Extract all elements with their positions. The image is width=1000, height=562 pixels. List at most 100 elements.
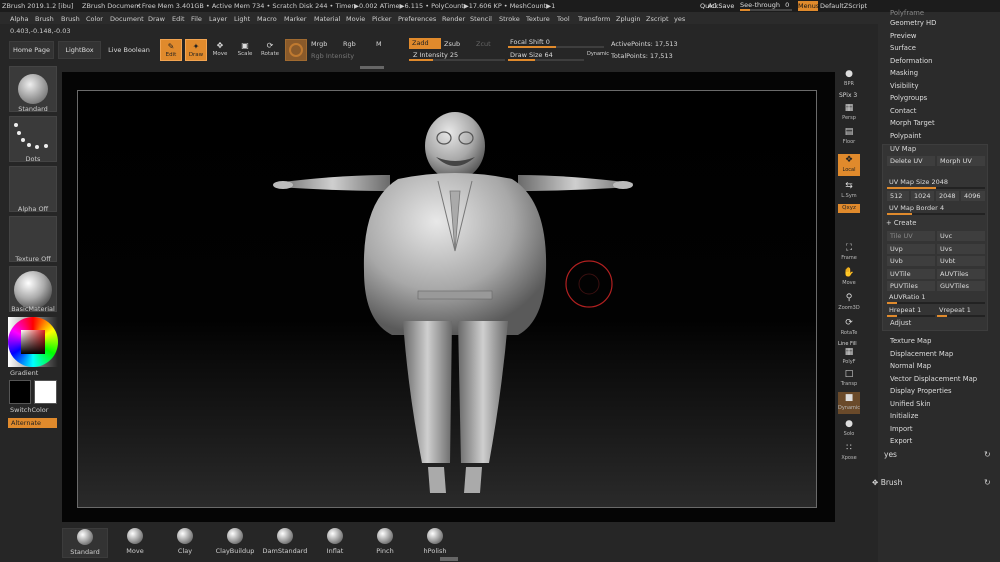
palette-item-display-properties[interactable]: Display Properties [890,387,952,395]
lightbox-button[interactable]: LightBox [58,41,101,59]
rotate-mode-button[interactable]: ⟳ Rotate [259,39,281,61]
menu-yes[interactable]: yes [674,15,685,23]
secondary-color-swatch[interactable] [34,380,57,404]
auv-ratio-slider[interactable]: AUVRatio 1 [887,293,985,304]
rgb-intensity-slider[interactable]: Rgb Intensity [311,52,354,60]
uv-map-title[interactable]: UV Map [890,145,916,153]
adjust-subpalette-toggle[interactable]: Adjust [890,319,911,327]
palette-item-polypaint[interactable]: Polypaint [890,132,921,140]
gradient-toggle[interactable]: Gradient [10,369,58,377]
menu-movie[interactable]: Movie [346,15,365,23]
palette-item-surface[interactable]: Surface [890,44,916,52]
hrepeat-slider[interactable]: Hrepeat 1 [887,306,935,317]
menu-marker[interactable]: Marker [284,15,306,23]
draw-mode-button[interactable]: ✦ Draw [185,39,207,61]
menu-color[interactable]: Color [86,15,103,23]
canvas-viewport[interactable] [62,72,835,522]
floor-button[interactable]: ▤ Floor [838,126,860,148]
menu-macro[interactable]: Macro [257,15,277,23]
menu-layer[interactable]: Layer [209,15,227,23]
palette-item-texture-map[interactable]: Texture Map [890,337,931,345]
menu-brush[interactable]: Brush [35,15,54,23]
palette-item-contact[interactable]: Contact [890,107,916,115]
create-subpalette-toggle[interactable]: + Create [886,219,916,227]
palette-item-vector-displacement-map[interactable]: Vector Displacement Map [890,375,977,383]
brush-reset-icon[interactable]: ↻ [984,478,991,487]
palette-item-geometry-hd[interactable]: Geometry HD [890,19,936,27]
brush-palette-header[interactable]: ✥ Brush [872,478,902,487]
palette-item-preview[interactable]: Preview [890,32,916,40]
see-through-slider[interactable]: See-through 0 [740,1,792,11]
home-page-button[interactable]: Home Page [9,41,54,59]
bottom-shelf-scroll-handle[interactable] [440,557,458,561]
zoom3d-button[interactable]: ⚲ Zoom3D [838,292,860,314]
palette-item-displacement-map[interactable]: Displacement Map [890,350,953,358]
menu-stencil[interactable]: Stencil [470,15,492,23]
transp-button[interactable]: □ Transp [838,368,860,390]
zcut-toggle[interactable]: Zcut [476,40,491,48]
uvc-button[interactable]: Uvc [937,231,985,241]
solo-button[interactable]: ● Solo [838,418,860,440]
rgb-toggle[interactable]: Rgb [343,40,356,48]
zadd-toggle[interactable]: Zadd [409,38,441,49]
palette-yes-header[interactable]: yes [884,450,897,459]
polyf-button[interactable]: ▦ PolyF [838,346,860,368]
menu-material[interactable]: Material [314,15,340,23]
alternate-toggle[interactable]: Alternate [8,418,57,428]
menu-picker[interactable]: Picker [372,15,391,23]
menu-edit[interactable]: Edit [172,15,185,23]
brush-damstandard-button[interactable]: DamStandard [262,528,308,558]
menu-stroke[interactable]: Stroke [499,15,520,23]
shelf-scroll-handle[interactable] [360,66,384,69]
edit-mode-button[interactable]: ✎ Edit [160,39,182,61]
uvbt-button[interactable]: Uvbt [937,256,985,266]
palette-item-morph-target[interactable]: Morph Target [890,119,935,127]
morph-uv-button[interactable]: Morph UV [937,156,985,166]
main-color-swatch[interactable] [9,380,31,404]
guvtiles-button[interactable]: GUVTiles [937,281,985,291]
palette-item-masking[interactable]: Masking [890,69,918,77]
menu-preferences[interactable]: Preferences [398,15,436,23]
brush-move-button[interactable]: Move [112,528,158,558]
brush-claybuildup-button[interactable]: ClayBuildup [212,528,258,558]
bpr-button[interactable]: ● BPR [838,68,860,90]
uvp-button[interactable]: Uvp [887,244,935,254]
rotate-view-button[interactable]: ⟳ RotaTe [838,317,860,339]
brush-clay-button[interactable]: Clay [162,528,208,558]
z-intensity-slider[interactable]: Z Intensity 25 [409,51,505,61]
qxyz-button[interactable]: Qxyz [838,204,860,213]
persp-button[interactable]: ▦ Persp [838,102,860,124]
tile-uv-button[interactable]: Tile UV [887,231,935,241]
local-button[interactable]: ❖ Local [838,154,860,176]
uv-size-4096-button[interactable]: 4096 [961,191,985,201]
menu-transform[interactable]: Transform [578,15,610,23]
menu-zplugin[interactable]: Zplugin [616,15,641,23]
frame-button[interactable]: ⛶ Frame [838,242,860,264]
live-boolean-button[interactable]: Live Boolean [105,41,153,59]
lsym-button[interactable]: ⇆ L.Sym [838,180,860,202]
uv-map-border-slider[interactable]: UV Map Border 4 [887,204,985,215]
menu-tool[interactable]: Tool [557,15,570,23]
color-picker[interactable] [8,317,58,367]
uvs-button[interactable]: Uvs [937,244,985,254]
palette-item-polygroups[interactable]: Polygroups [890,94,927,102]
brush-hpolish-button[interactable]: hPolish [412,528,458,558]
menus-toggle-button[interactable]: Menus [798,1,819,11]
default-zscript-button[interactable]: DefaultZScript [820,2,867,10]
menu-render[interactable]: Render [442,15,465,23]
dynamic-view-button[interactable]: ■ Dynamic [838,392,860,414]
menu-draw[interactable]: Draw [148,15,165,23]
spix-slider[interactable]: SPix 3 [839,92,857,99]
mrgb-toggle[interactable]: Mrgb [311,40,327,48]
auvtiles-button[interactable]: AUVTiles [937,269,985,279]
menu-zscript[interactable]: Zscript [646,15,669,23]
palette-item-import[interactable]: Import [890,425,913,433]
zsub-toggle[interactable]: Zsub [444,40,460,48]
delete-uv-button[interactable]: Delete UV [887,156,935,166]
puvtiles-button[interactable]: PUVTiles [887,281,935,291]
menu-light[interactable]: Light [234,15,250,23]
m-toggle[interactable]: M [376,40,382,48]
vrepeat-slider[interactable]: Vrepeat 1 [937,306,985,317]
quicksave-label[interactable]: QuickSave [700,2,734,10]
uv-map-size-slider[interactable]: UV Map Size 2048 [887,178,985,189]
